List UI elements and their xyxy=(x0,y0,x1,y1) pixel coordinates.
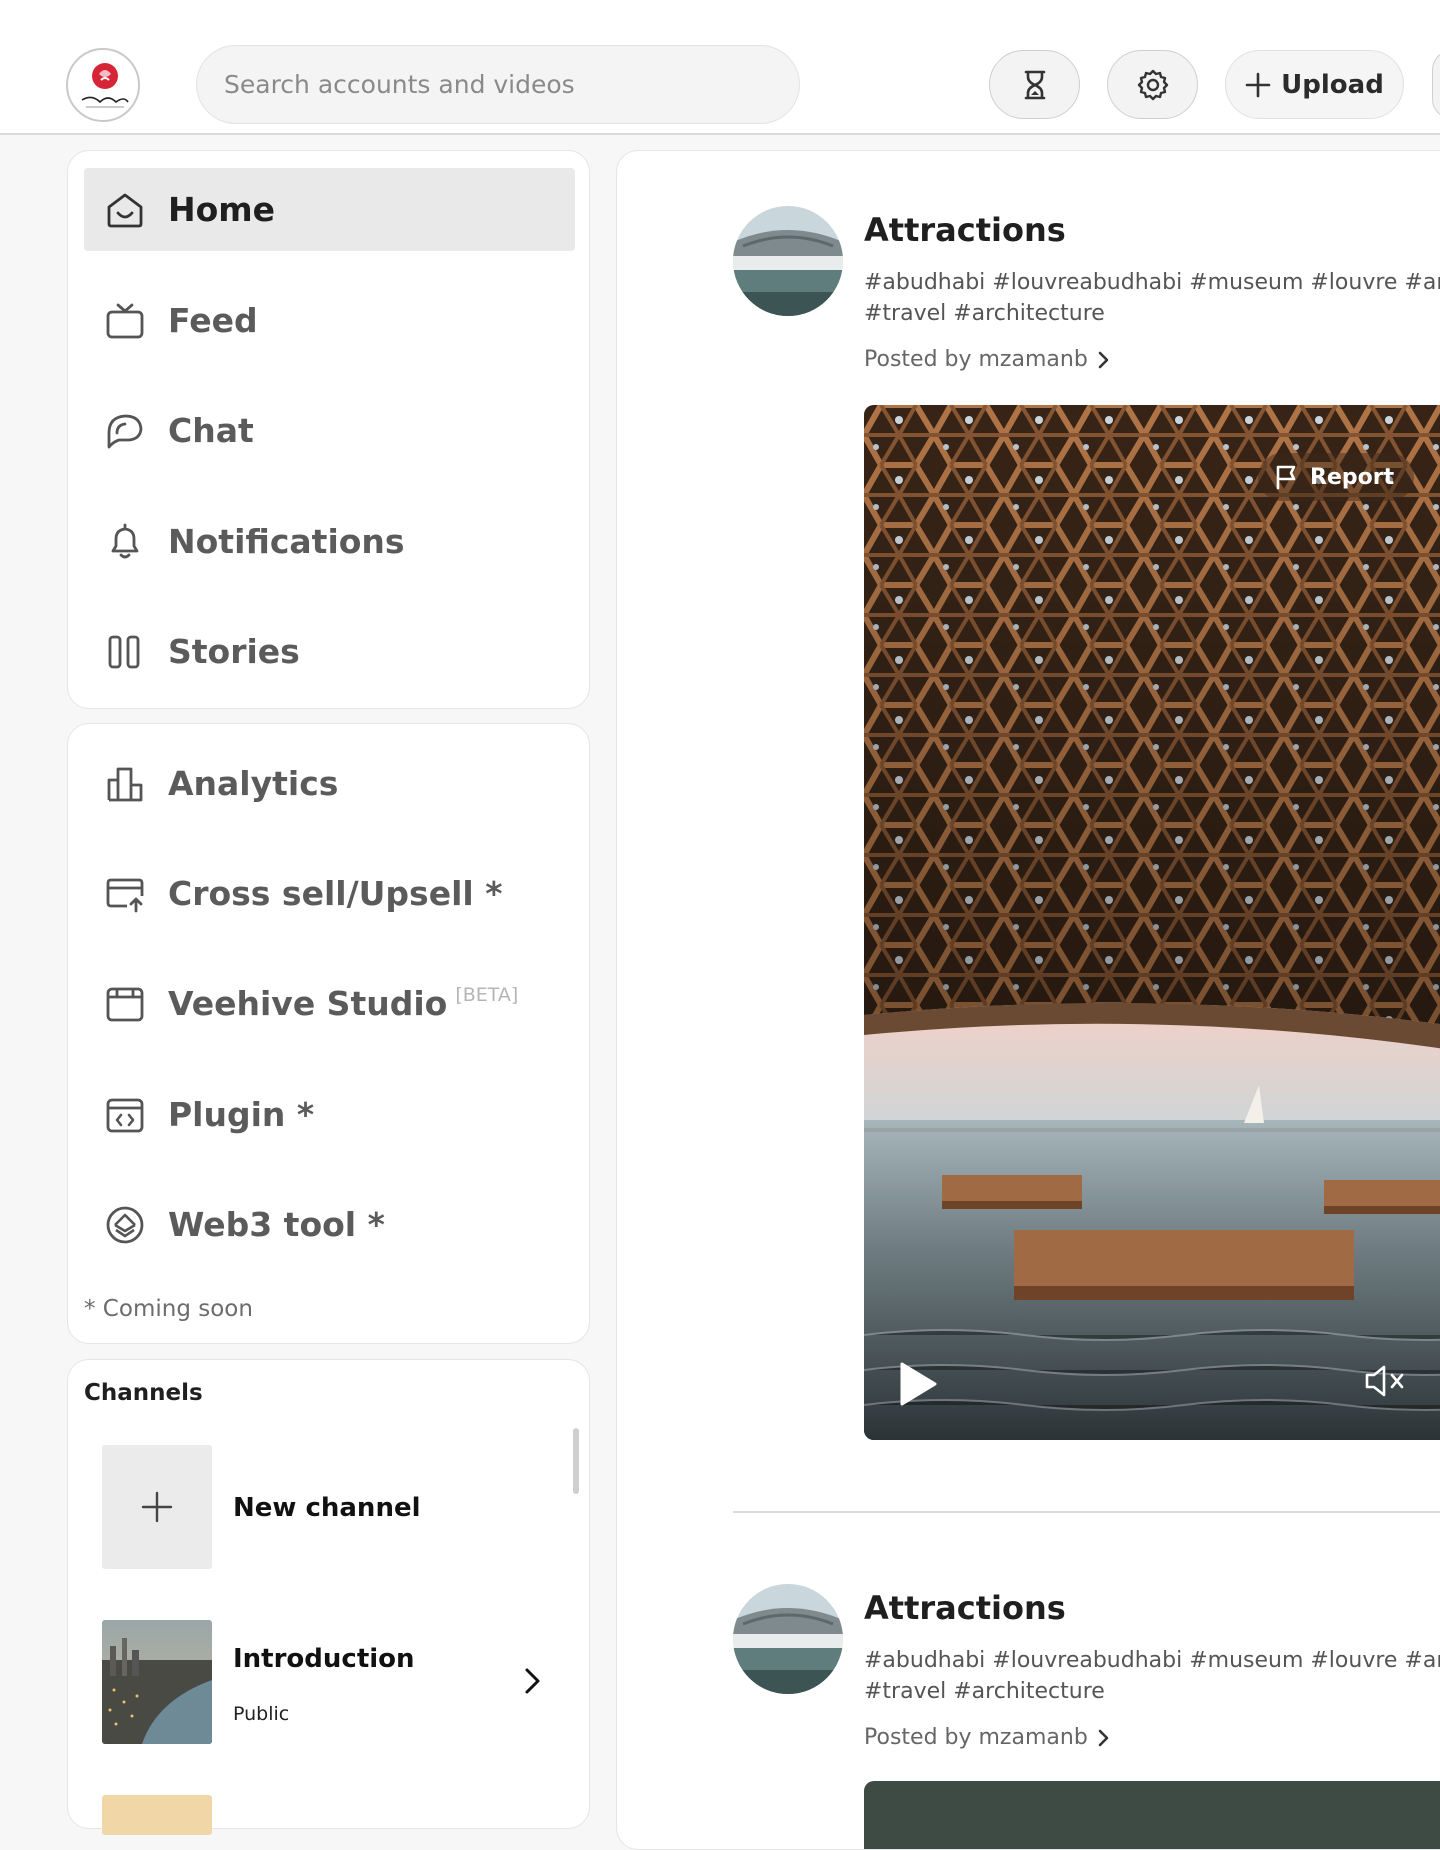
chevron-right-icon[interactable] xyxy=(523,1666,543,1696)
chevron-right-icon xyxy=(1098,351,1109,368)
chat-icon xyxy=(104,410,146,452)
channel-thumbnail[interactable] xyxy=(102,1620,212,1744)
volume-mute-icon xyxy=(1365,1365,1404,1397)
video-frame xyxy=(864,405,1440,1440)
avatar[interactable] xyxy=(733,1584,843,1694)
channels-panel: Channels New channel Introduction Public xyxy=(67,1359,590,1835)
tools-nav-panel: Analytics Cross sell/Upsell * Veehive St… xyxy=(67,723,590,1344)
play-button[interactable] xyxy=(898,1361,938,1407)
web3-icon xyxy=(104,1204,146,1246)
new-channel-label[interactable]: New channel xyxy=(233,1493,421,1523)
nav-item-analytics[interactable]: Analytics xyxy=(84,742,575,825)
coming-soon-note: * Coming soon xyxy=(84,1296,253,1322)
post-tags: #abudhabi #louvreabudhabi #museum #louvr… xyxy=(864,270,1440,326)
nav-item-stories[interactable]: Stories xyxy=(84,610,575,693)
cross-sell-icon xyxy=(104,873,146,915)
analytics-icon xyxy=(104,763,146,805)
channels-title: Channels xyxy=(84,1380,203,1406)
nav-item-veehive-studio[interactable]: Veehive Studio [BETA] xyxy=(84,962,575,1045)
primary-nav-panel: Home Feed Chat Notifications Stories xyxy=(67,150,590,709)
gear-icon xyxy=(1137,69,1168,100)
nav-item-plugin[interactable]: Plugin * xyxy=(84,1073,575,1156)
post-title: Attractions xyxy=(864,211,1066,249)
nav-label: Plugin * xyxy=(168,1095,315,1134)
nav-label: Web3 tool * xyxy=(168,1205,385,1244)
nav-item-notifications[interactable]: Notifications xyxy=(84,500,575,583)
profile-button-partial[interactable] xyxy=(1432,50,1440,119)
tv-icon xyxy=(104,300,146,342)
nav-item-cross-sell[interactable]: Cross sell/Upsell * xyxy=(84,852,575,935)
nav-label: Stories xyxy=(168,632,300,671)
nav-item-web3-tool[interactable]: Web3 tool * xyxy=(84,1183,575,1266)
timer-button[interactable] xyxy=(989,50,1080,119)
posted-by-link[interactable]: Posted by mzamanb xyxy=(864,347,1110,372)
channel-thumbnail[interactable] xyxy=(102,1795,212,1835)
nav-label: Feed xyxy=(168,301,258,340)
plugin-icon xyxy=(104,1094,146,1136)
mute-button[interactable] xyxy=(1364,1363,1408,1399)
report-button[interactable]: Report xyxy=(1258,453,1415,501)
studio-icon xyxy=(104,983,146,1025)
flag-icon xyxy=(1276,465,1296,490)
posted-by-text: Posted by mzamanb xyxy=(864,1725,1088,1750)
new-channel-button[interactable] xyxy=(102,1445,212,1569)
upload-button[interactable]: Upload xyxy=(1225,50,1404,119)
nav-label: Chat xyxy=(168,411,254,450)
nav-label: Notifications xyxy=(168,522,405,561)
nav-label: Analytics xyxy=(168,764,339,803)
stories-icon xyxy=(104,631,146,673)
video-player[interactable]: Report xyxy=(864,405,1440,1440)
beta-badge: [BETA] xyxy=(455,984,519,1006)
bell-icon xyxy=(104,521,146,563)
channels-scrollbar[interactable] xyxy=(573,1428,579,1494)
nav-item-home[interactable]: Home xyxy=(84,168,575,251)
post-divider xyxy=(733,1511,1440,1513)
nav-label: Cross sell/Upsell * xyxy=(168,874,503,913)
play-icon xyxy=(900,1362,937,1406)
nav-label: Veehive Studio [BETA] xyxy=(168,984,519,1023)
nav-label: Home xyxy=(168,190,276,229)
plus-icon xyxy=(1245,72,1271,97)
avatar[interactable] xyxy=(733,206,843,316)
channel-visibility: Public xyxy=(233,1703,290,1725)
post-tags: #abudhabi #louvreabudhabi #museum #louvr… xyxy=(864,1648,1440,1704)
top-header: Upload xyxy=(0,0,1440,135)
chevron-right-icon xyxy=(1098,1729,1109,1746)
settings-button[interactable] xyxy=(1107,50,1198,119)
search-input[interactable] xyxy=(224,70,772,99)
posted-by-link[interactable]: Posted by mzamanb xyxy=(864,1725,1110,1750)
channel-name[interactable]: Introduction xyxy=(233,1644,415,1674)
posted-by-text: Posted by mzamanb xyxy=(864,347,1088,372)
nav-item-feed[interactable]: Feed xyxy=(84,279,575,362)
report-label: Report xyxy=(1310,464,1395,490)
post-title: Attractions xyxy=(864,1589,1066,1627)
video-player[interactable] xyxy=(864,1781,1440,1849)
nav-item-chat[interactable]: Chat xyxy=(84,389,575,472)
feed-panel: Attractions #abudhabi #louvreabudhabi #m… xyxy=(616,150,1440,1850)
brand-logo[interactable] xyxy=(66,48,140,122)
plus-icon xyxy=(141,1491,173,1523)
search-bar[interactable] xyxy=(196,45,800,124)
upload-label: Upload xyxy=(1281,69,1384,100)
home-icon xyxy=(104,189,146,231)
hourglass-icon xyxy=(1024,70,1045,99)
